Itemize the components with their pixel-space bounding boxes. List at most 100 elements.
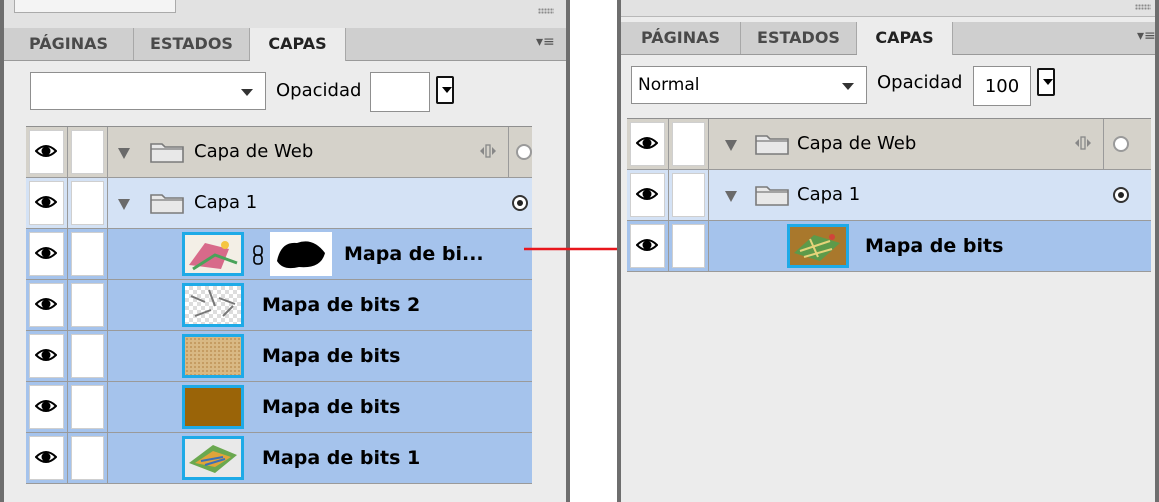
- folder-icon: [755, 135, 789, 155]
- opacity-label: Opacidad: [877, 72, 963, 93]
- layer-thumbnail: [182, 436, 244, 480]
- visibility-cell[interactable]: [26, 178, 68, 228]
- layer-name: Capa 1: [194, 192, 258, 213]
- visibility-cell[interactable]: [627, 119, 669, 169]
- lock-cell[interactable]: [68, 331, 108, 381]
- visibility-cell[interactable]: [627, 170, 669, 220]
- layer-row-web[interactable]: Capa de Web: [26, 127, 532, 178]
- lock-cell[interactable]: [68, 433, 108, 483]
- visibility-cell[interactable]: [26, 280, 68, 330]
- layer-row-bitmap-masked[interactable]: Mapa de bi...: [26, 229, 532, 280]
- layers-panel-before: PÁGINAS ESTADOS CAPAS ▾≡ Opacidad Capa d…: [0, 0, 570, 502]
- target-radio[interactable]: [512, 195, 528, 211]
- layer-row-capa1[interactable]: Capa 1: [26, 178, 532, 229]
- layer-thumbnail: [182, 334, 244, 378]
- layer-name: Capa 1: [797, 184, 861, 205]
- layer-thumbnail: [787, 224, 849, 268]
- visibility-cell[interactable]: [26, 433, 68, 483]
- lock-cell[interactable]: [669, 221, 709, 271]
- folder-icon: [150, 143, 184, 163]
- triangle-down-icon[interactable]: [725, 191, 737, 202]
- eye-icon[interactable]: [35, 194, 57, 210]
- sublayer-share-icon[interactable]: [1073, 135, 1093, 151]
- target-radio[interactable]: [1113, 187, 1129, 203]
- lock-cell[interactable]: [669, 119, 709, 169]
- layer-name: Capa de Web: [797, 133, 917, 154]
- lock-cell[interactable]: [68, 280, 108, 330]
- eye-icon[interactable]: [35, 398, 57, 414]
- lock-cell[interactable]: [669, 170, 709, 220]
- lock-cell[interactable]: [68, 178, 108, 228]
- target-radio[interactable]: [1113, 136, 1129, 152]
- eye-icon[interactable]: [35, 296, 57, 312]
- tab-bar: PÁGINAS ESTADOS CAPAS ▾≡: [621, 22, 1155, 55]
- layer-name: Mapa de bits: [262, 345, 401, 367]
- eye-icon[interactable]: [35, 143, 57, 159]
- layer-name: Mapa de bits: [865, 235, 1004, 257]
- layer-row-capa1[interactable]: Capa 1: [627, 170, 1151, 221]
- chevron-down-icon: [442, 87, 452, 93]
- layer-row-web[interactable]: Capa de Web: [627, 119, 1151, 170]
- panel-grip-icon[interactable]: [1135, 4, 1151, 10]
- panel-top-strip: [4, 0, 566, 29]
- layer-row-bitmap1[interactable]: Mapa de bits 1: [26, 433, 532, 484]
- layer-name: Mapa de bi...: [344, 243, 484, 265]
- tab-estados[interactable]: ESTADOS: [134, 28, 250, 60]
- visibility-cell[interactable]: [26, 331, 68, 381]
- layers-panel-after: PÁGINAS ESTADOS CAPAS ▾≡ Normal Opacidad…: [617, 0, 1159, 502]
- folder-icon: [150, 194, 184, 214]
- opacity-input[interactable]: 100: [973, 66, 1031, 106]
- eye-icon[interactable]: [35, 449, 57, 465]
- layers-list: Capa de Web Capa 1 Mapa de bits: [627, 118, 1151, 502]
- layer-row-bitmap[interactable]: Mapa de bits: [627, 221, 1151, 272]
- eye-icon[interactable]: [35, 347, 57, 363]
- eye-icon[interactable]: [636, 186, 658, 202]
- layers-list: Capa de Web Capa 1 Mapa de bi... Mapa de…: [26, 126, 532, 492]
- layer-name: Capa de Web: [194, 141, 314, 162]
- tab-paginas[interactable]: PÁGINAS: [4, 28, 134, 60]
- panel-grip-icon[interactable]: [538, 8, 554, 14]
- panel-menu-icon[interactable]: ▾≡: [1137, 28, 1155, 44]
- lock-cell[interactable]: [68, 382, 108, 432]
- blend-mode-select[interactable]: [30, 72, 266, 110]
- opacity-dropdown-button[interactable]: [436, 76, 454, 104]
- eye-icon[interactable]: [636, 237, 658, 253]
- layer-thumbnail: [182, 385, 244, 429]
- tab-estados[interactable]: ESTADOS: [741, 22, 857, 54]
- tab-capas[interactable]: CAPAS: [857, 22, 953, 55]
- opacity-dropdown-button[interactable]: [1037, 68, 1055, 96]
- blend-mode-value: Normal: [638, 75, 700, 95]
- tab-paginas[interactable]: PÁGINAS: [621, 22, 741, 54]
- layer-mask-thumbnail[interactable]: [270, 232, 332, 276]
- chevron-down-icon: [1043, 79, 1053, 85]
- panel-top-strip: [621, 0, 1155, 17]
- chevron-down-icon: [842, 83, 854, 90]
- visibility-cell[interactable]: [627, 221, 669, 271]
- visibility-cell[interactable]: [26, 382, 68, 432]
- layer-thumbnail: [182, 232, 244, 276]
- triangle-down-icon[interactable]: [118, 199, 130, 210]
- triangle-down-icon[interactable]: [725, 140, 737, 151]
- visibility-cell[interactable]: [26, 229, 68, 279]
- panel-menu-icon[interactable]: ▾≡: [536, 34, 555, 50]
- opacity-label: Opacidad: [276, 80, 362, 101]
- lock-cell[interactable]: [68, 229, 108, 279]
- layer-name: Mapa de bits: [262, 396, 401, 418]
- visibility-cell[interactable]: [26, 127, 68, 177]
- layer-row-bitmap-a[interactable]: Mapa de bits: [26, 331, 532, 382]
- eye-icon[interactable]: [35, 245, 57, 261]
- folder-icon: [755, 186, 789, 206]
- layer-row-bitmap2[interactable]: Mapa de bits 2: [26, 280, 532, 331]
- tab-capas[interactable]: CAPAS: [250, 28, 346, 61]
- opacity-input[interactable]: [370, 72, 430, 112]
- lock-cell[interactable]: [68, 127, 108, 177]
- chevron-down-icon: [241, 89, 253, 96]
- target-radio[interactable]: [516, 144, 532, 160]
- layer-name: Mapa de bits 1: [262, 447, 421, 469]
- link-chain-icon[interactable]: [252, 245, 264, 265]
- triangle-down-icon[interactable]: [118, 148, 130, 159]
- sublayer-share-icon[interactable]: [478, 143, 498, 159]
- blend-mode-select[interactable]: Normal: [631, 66, 867, 104]
- layer-row-bitmap-b[interactable]: Mapa de bits: [26, 382, 532, 433]
- eye-icon[interactable]: [636, 135, 658, 151]
